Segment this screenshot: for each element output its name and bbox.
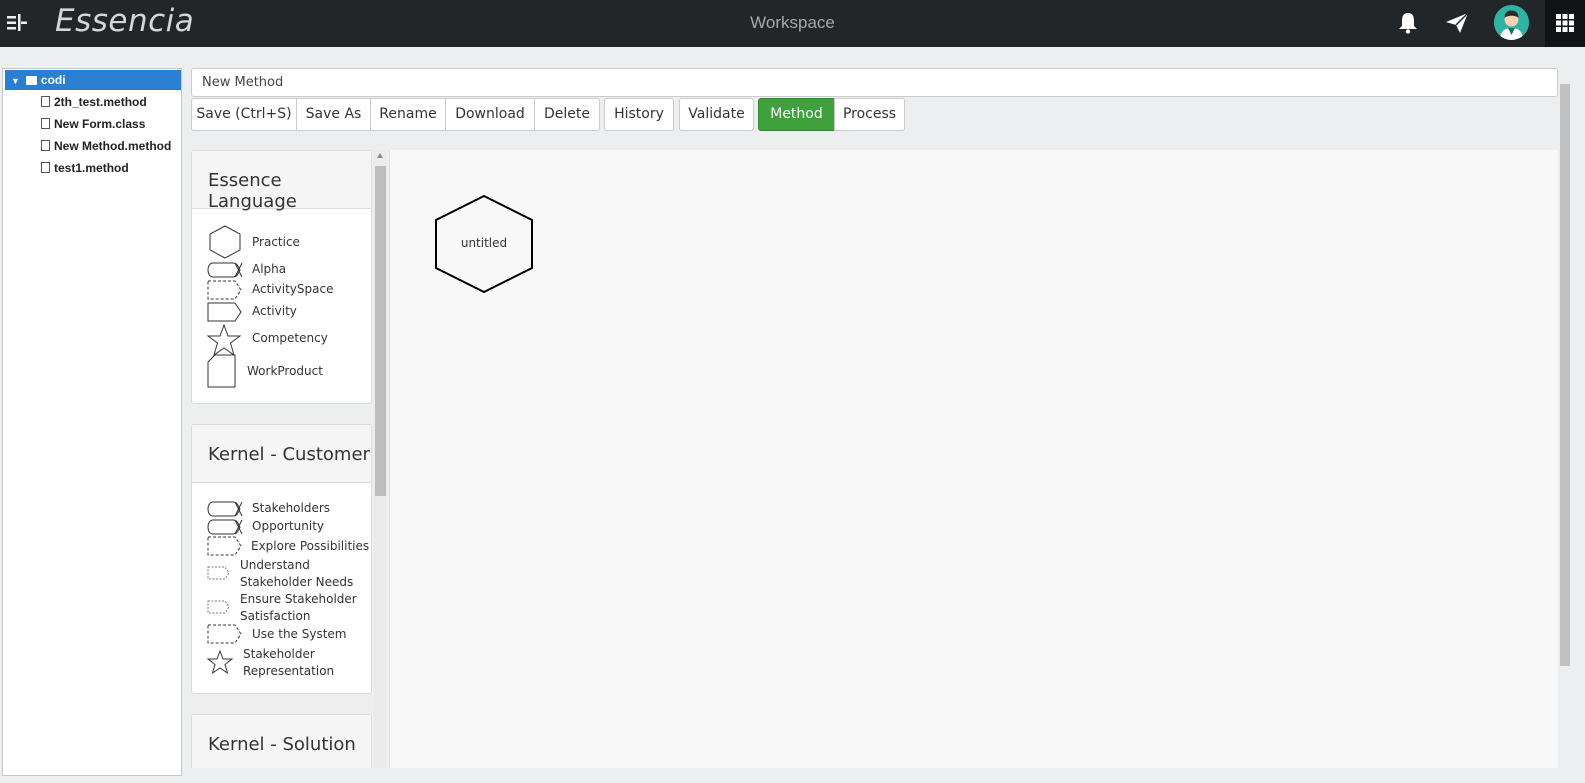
palette-item-stakeholders[interactable]: Stakeholders <box>252 501 330 515</box>
competency-star-icon[interactable] <box>207 324 241 356</box>
validate-button[interactable]: Validate <box>679 98 754 131</box>
apps-grid-icon[interactable] <box>1545 0 1585 47</box>
palette-item-competency[interactable]: Competency <box>252 331 328 345</box>
palette-item-alpha[interactable]: Alpha <box>252 262 286 276</box>
palette-item-workproduct[interactable]: WorkProduct <box>247 364 323 378</box>
palette-item-practice[interactable]: Practice <box>252 235 300 249</box>
activity-shape-icon[interactable] <box>207 302 243 322</box>
tree-file-item[interactable]: New Form.class <box>41 115 145 133</box>
element-palette: Essence Language Practice Alpha Activity… <box>191 150 387 768</box>
send-message-icon[interactable] <box>1445 12 1469 34</box>
method-name-input[interactable] <box>191 68 1558 97</box>
alpha-shape-icon[interactable] <box>207 262 243 278</box>
canvas-node-label[interactable]: untitled <box>436 236 532 250</box>
work-product-shape-icon[interactable] <box>207 354 237 388</box>
tree-file-item[interactable]: New Method.method <box>41 137 171 155</box>
understand-activity-space-icon[interactable] <box>207 566 231 580</box>
palette-item-explore-possibilities[interactable]: Explore Possibilities <box>251 539 369 553</box>
palette-item-activityspace[interactable]: ActivitySpace <box>252 282 333 296</box>
save-button[interactable]: Save (Ctrl+S) <box>191 98 297 131</box>
palette-panel-essence-language: Essence Language Practice Alpha Activity… <box>191 150 372 404</box>
tree-folder-label: codi <box>40 73 66 87</box>
palette-scrollbar[interactable] <box>374 150 387 768</box>
file-tree-panel: ▼ codi 2th_test.method New Form.class New… <box>2 68 182 776</box>
tree-file-label: New Method.method <box>54 139 172 153</box>
tree-file-label: test1.method <box>54 161 129 175</box>
palette-item-representation-line1[interactable]: Stakeholder <box>243 647 315 661</box>
file-icon <box>41 162 50 173</box>
representation-star-icon[interactable] <box>207 650 233 674</box>
palette-item-opportunity[interactable]: Opportunity <box>252 519 324 533</box>
folder-icon <box>25 76 37 85</box>
user-avatar[interactable] <box>1494 5 1529 40</box>
palette-item-activity[interactable]: Activity <box>252 304 297 318</box>
process-mode-button[interactable]: Process <box>834 98 905 131</box>
download-button[interactable]: Download <box>445 98 535 131</box>
tree-file-label: New Form.class <box>54 117 146 131</box>
scroll-up-arrow-icon[interactable] <box>377 153 383 158</box>
history-button[interactable]: History <box>604 98 674 131</box>
palette-item-representation-line2[interactable]: Representation <box>243 664 334 678</box>
notification-bell-icon[interactable] <box>1397 11 1419 35</box>
practice-shape-icon[interactable] <box>207 224 243 260</box>
palette-panel-title: Kernel - Customer <box>192 425 371 483</box>
file-icon <box>41 118 50 129</box>
palette-item-understand-line2[interactable]: Stakeholder Needs <box>240 575 353 589</box>
palette-panel-kernel-solution: Kernel - Solution <box>191 714 372 768</box>
palette-item-ensure-line1[interactable]: Ensure Stakeholder <box>240 592 357 606</box>
page-scrollbar[interactable] <box>1560 84 1570 666</box>
palette-item-ensure-line2[interactable]: Satisfaction <box>240 609 310 623</box>
tree-file-label: 2th_test.method <box>54 95 147 109</box>
tree-file-item[interactable]: 2th_test.method <box>41 93 147 111</box>
stakeholders-alpha-icon[interactable] <box>207 501 243 517</box>
top-navbar: Essencia Workspace <box>0 0 1585 47</box>
use-system-activity-space-icon[interactable] <box>207 624 243 644</box>
ensure-activity-space-icon[interactable] <box>207 600 231 614</box>
palette-item-use-the-system[interactable]: Use the System <box>252 627 347 641</box>
explore-activity-space-icon[interactable] <box>207 536 243 556</box>
tree-folder-codi[interactable]: ▼ codi <box>5 70 181 90</box>
method-mode-button[interactable]: Method <box>758 98 835 131</box>
diagram-canvas[interactable] <box>389 150 1558 768</box>
delete-button[interactable]: Delete <box>534 98 600 131</box>
save-as-button[interactable]: Save As <box>296 98 371 131</box>
palette-panel-title: Essence Language <box>192 151 371 212</box>
palette-item-understand-line1[interactable]: Understand <box>240 558 310 572</box>
scrollbar-thumb[interactable] <box>375 166 386 496</box>
palette-panel-title: Kernel - Solution <box>192 715 371 768</box>
tree-file-item[interactable]: test1.method <box>41 159 129 177</box>
palette-panel-kernel-customer: Kernel - Customer Stakeholders Opportuni… <box>191 424 372 694</box>
opportunity-alpha-icon[interactable] <box>207 519 243 535</box>
activity-space-shape-icon[interactable] <box>207 280 243 300</box>
rename-button[interactable]: Rename <box>370 98 446 131</box>
expand-caret-icon[interactable]: ▼ <box>11 76 20 86</box>
file-icon <box>41 140 50 151</box>
page-title: Workspace <box>750 13 835 32</box>
file-icon <box>41 96 50 107</box>
